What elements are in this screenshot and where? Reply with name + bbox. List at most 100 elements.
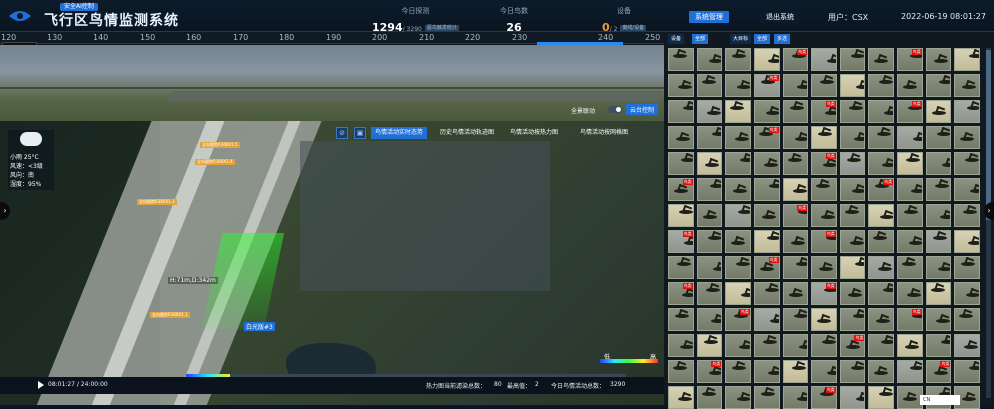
bird-thumbnail[interactable]: 鸟类 — [668, 230, 694, 253]
tab-realtime[interactable]: 鸟情活动实时态势 — [371, 127, 428, 139]
bird-thumbnail[interactable] — [753, 48, 780, 71]
bird-thumbnail[interactable] — [839, 48, 866, 71]
bird-thumbnail[interactable] — [897, 360, 923, 383]
tab-history-track[interactable]: 历史鸟情活动轨迹图 — [436, 127, 498, 139]
bird-thumbnail[interactable] — [925, 74, 952, 97]
bird-thumbnail[interactable] — [725, 126, 751, 149]
bird-thumbnail[interactable] — [925, 204, 952, 227]
bird-thumbnail[interactable] — [753, 308, 780, 331]
bird-thumbnail[interactable] — [925, 282, 952, 305]
bird-thumbnail[interactable] — [954, 308, 980, 331]
bird-thumbnail[interactable]: 鸟类 — [753, 256, 780, 279]
bird-thumbnail[interactable] — [782, 126, 809, 149]
bird-thumbnail[interactable] — [753, 360, 780, 383]
bird-thumbnail[interactable] — [725, 386, 751, 409]
bird-thumbnail[interactable] — [868, 204, 895, 227]
bird-thumbnail[interactable] — [897, 256, 923, 279]
bird-thumbnail[interactable] — [811, 360, 837, 383]
bird-thumbnail[interactable] — [753, 230, 780, 253]
bird-thumbnail[interactable]: 鸟类 — [811, 100, 837, 123]
bird-thumbnail[interactable] — [925, 230, 952, 253]
bird-thumbnail[interactable] — [725, 360, 751, 383]
bird-thumbnail[interactable] — [925, 126, 952, 149]
bird-thumbnail[interactable] — [668, 334, 694, 357]
bird-thumbnail[interactable] — [839, 256, 866, 279]
bird-thumbnail[interactable] — [925, 256, 952, 279]
bird-thumbnail[interactable] — [668, 100, 694, 123]
bird-thumbnail[interactable] — [696, 308, 723, 331]
bird-thumbnail[interactable] — [782, 178, 809, 201]
bird-thumbnail[interactable] — [954, 48, 980, 71]
bird-thumbnail[interactable] — [782, 100, 809, 123]
bird-thumbnail[interactable] — [839, 74, 866, 97]
bird-thumbnail[interactable] — [782, 282, 809, 305]
bird-thumbnail[interactable] — [811, 204, 837, 227]
bird-thumbnail[interactable] — [954, 74, 980, 97]
bird-thumbnail[interactable] — [696, 256, 723, 279]
bird-thumbnail[interactable] — [954, 282, 980, 305]
bird-thumbnail[interactable] — [696, 152, 723, 175]
bird-thumbnail[interactable] — [696, 334, 723, 357]
bird-thumbnail[interactable] — [668, 360, 694, 383]
bird-thumbnail[interactable] — [811, 334, 837, 357]
bird-thumbnail[interactable] — [696, 230, 723, 253]
bird-thumbnail[interactable] — [868, 230, 895, 253]
logout-button[interactable]: 退出系统 — [760, 11, 800, 23]
radar-label[interactable]: 全向跟踪R360X1.5 — [200, 142, 240, 148]
bird-thumbnail[interactable] — [839, 282, 866, 305]
bird-thumbnail[interactable] — [897, 230, 923, 253]
bird-thumbnail[interactable] — [782, 256, 809, 279]
bird-thumbnail[interactable] — [696, 178, 723, 201]
bird-thumbnail[interactable] — [753, 100, 780, 123]
bird-thumbnail[interactable]: 鸟类 — [839, 334, 866, 357]
bird-thumbnail[interactable] — [925, 100, 952, 123]
bird-thumbnail[interactable] — [725, 74, 751, 97]
panorama-view[interactable] — [0, 45, 664, 121]
bird-thumbnail[interactable]: 鸟类 — [725, 308, 751, 331]
bird-thumbnail[interactable] — [725, 256, 751, 279]
bird-thumbnail[interactable] — [753, 334, 780, 357]
bird-thumbnail[interactable] — [839, 360, 866, 383]
bird-thumbnail[interactable]: 鸟类 — [782, 204, 809, 227]
filter-device-all[interactable]: 全部 — [692, 34, 709, 44]
bird-thumbnail[interactable] — [925, 178, 952, 201]
bird-thumbnail[interactable] — [753, 386, 780, 409]
bird-thumbnail[interactable] — [868, 256, 895, 279]
bird-thumbnail[interactable] — [725, 100, 751, 123]
bird-thumbnail[interactable] — [668, 126, 694, 149]
bird-thumbnail[interactable]: 鸟类 — [753, 74, 780, 97]
bird-thumbnail[interactable]: 鸟类 — [668, 178, 694, 201]
bird-thumbnail[interactable] — [782, 152, 809, 175]
bird-thumbnail[interactable] — [897, 204, 923, 227]
bird-thumbnail[interactable] — [839, 126, 866, 149]
bird-thumbnail[interactable] — [954, 360, 980, 383]
gallery-scrollbar[interactable] — [986, 48, 991, 398]
bird-thumbnail[interactable] — [782, 230, 809, 253]
radar-label[interactable]: 全向跟踪R360X1.1 — [150, 312, 190, 318]
bird-thumbnail[interactable] — [839, 230, 866, 253]
radar-label[interactable]: 全向跟踪R360X1.4 — [195, 159, 235, 165]
bird-thumbnail[interactable] — [954, 204, 980, 227]
bird-thumbnail[interactable] — [725, 230, 751, 253]
bird-thumbnail[interactable] — [725, 48, 751, 71]
bird-thumbnail[interactable] — [954, 334, 980, 357]
bird-thumbnail[interactable] — [868, 152, 895, 175]
bird-thumbnail[interactable] — [897, 152, 923, 175]
bird-thumbnail[interactable] — [868, 360, 895, 383]
bird-thumbnail[interactable]: 鸟类 — [753, 126, 780, 149]
bird-thumbnail[interactable] — [811, 74, 837, 97]
bird-thumbnail[interactable] — [782, 386, 809, 409]
ptz-control-button[interactable]: 云台控制 — [626, 104, 659, 115]
camera-map-label[interactable]: 白光版#3 — [244, 322, 275, 331]
bird-thumbnail[interactable] — [668, 256, 694, 279]
bird-thumbnail[interactable]: 鸟类 — [925, 360, 952, 383]
bird-thumbnail[interactable] — [696, 74, 723, 97]
bird-thumbnail[interactable] — [868, 74, 895, 97]
bird-thumbnail[interactable] — [668, 152, 694, 175]
bird-thumbnail[interactable] — [954, 126, 980, 149]
bird-thumbnail[interactable]: 鸟类 — [868, 178, 895, 201]
bird-thumbnail[interactable] — [668, 308, 694, 331]
tab-grid[interactable]: 鸟情活动按网格图 — [576, 127, 632, 139]
bird-thumbnail[interactable] — [897, 74, 923, 97]
bird-thumbnail[interactable] — [668, 386, 694, 409]
